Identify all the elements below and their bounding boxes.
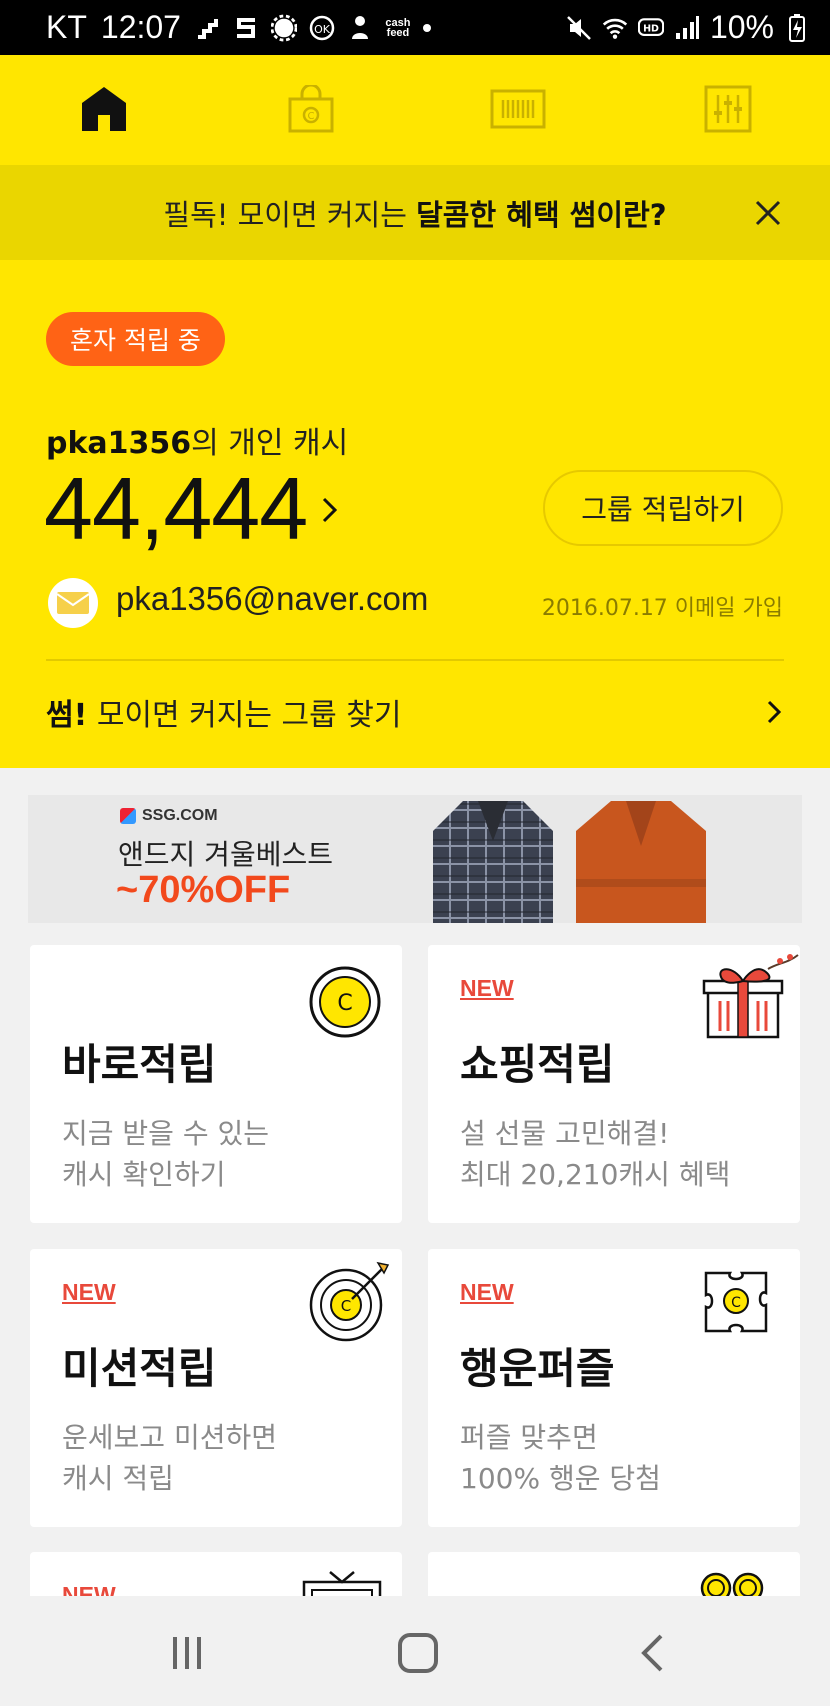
card-desc-line: 운세보고 미션하면 bbox=[62, 1421, 277, 1454]
svg-text:C: C bbox=[337, 991, 352, 1016]
notification-steps-icon bbox=[195, 15, 221, 41]
barcode-icon bbox=[490, 89, 546, 129]
status-bar: KT 12:07 OK cash feed HD 10% bbox=[0, 0, 830, 55]
svg-text:OK: OK bbox=[314, 23, 331, 36]
svg-text:C: C bbox=[341, 1297, 351, 1315]
puzzle-icon: C bbox=[704, 1271, 768, 1333]
find-group-link[interactable]: 썸! 모이면 커지는 그룹 찾기 bbox=[46, 690, 401, 734]
home-button-icon bbox=[398, 1633, 438, 1673]
plaid-coat-image bbox=[433, 801, 553, 923]
clock: 12:07 bbox=[100, 9, 181, 45]
settings-sliders-icon bbox=[704, 85, 752, 133]
svg-text:C: C bbox=[731, 1295, 741, 1311]
gift-box-icon bbox=[702, 954, 799, 1039]
back-icon bbox=[641, 1634, 663, 1672]
card-title: 바로적립 bbox=[62, 1040, 217, 1089]
find-group-bold: 썸! bbox=[46, 698, 88, 733]
notice-bar[interactable]: 필독! 모이면 커지는 달콤한 혜택 썸이란? bbox=[0, 165, 830, 260]
cash-amount[interactable]: 44,444 bbox=[44, 458, 308, 560]
ssg-logo: SSG.COM bbox=[120, 807, 218, 825]
home-icon bbox=[82, 87, 126, 131]
back-button[interactable] bbox=[622, 1628, 682, 1678]
hd-voice-icon: HD bbox=[637, 15, 664, 41]
card-title: 쇼핑적립 bbox=[460, 1040, 615, 1089]
new-badge: NEW bbox=[460, 1279, 514, 1305]
chevron-right-icon[interactable] bbox=[766, 698, 782, 726]
card-desc-line: 최대 20,210캐시 혜택 bbox=[460, 1158, 731, 1191]
signal-icon bbox=[674, 15, 700, 41]
card-description: 운세보고 미션하면캐시 적립 bbox=[62, 1417, 277, 1499]
notice-text: 필독! 모이면 커지는 달콤한 혜택 썸이란? bbox=[163, 192, 666, 234]
ssg-logo-mark bbox=[120, 808, 136, 824]
ssg-logo-text: SSG.COM bbox=[142, 807, 218, 824]
banner-discount: ~70%OFF bbox=[116, 869, 291, 911]
new-badge: NEW bbox=[460, 975, 514, 1001]
coin-icon: C bbox=[309, 966, 381, 1038]
avatar bbox=[48, 578, 98, 628]
target-icon: C bbox=[309, 1261, 390, 1342]
card-desc-line: 지금 받을 수 있는 bbox=[62, 1117, 270, 1150]
wifi-icon bbox=[602, 15, 628, 41]
card-mission-cash[interactable]: NEW 미션적립 운세보고 미션하면캐시 적립 C bbox=[30, 1249, 402, 1527]
mute-icon bbox=[566, 15, 592, 41]
nav-home-tab[interactable] bbox=[76, 81, 132, 137]
notification-s-icon bbox=[233, 15, 259, 41]
close-icon bbox=[755, 200, 781, 226]
battery-charging-icon bbox=[784, 13, 810, 42]
recent-apps-button[interactable] bbox=[157, 1628, 217, 1678]
nav-barcode-tab[interactable] bbox=[488, 81, 548, 137]
card-desc-line: 퍼즐 맞추면 bbox=[460, 1421, 598, 1454]
nav-shopping-tab[interactable]: C bbox=[283, 81, 339, 137]
card-shopping-cash[interactable]: NEW 쇼핑적립 설 선물 고민해결! 최대 20,210캐시 혜택 bbox=[428, 945, 800, 1223]
user-id: pka1356 bbox=[46, 426, 192, 461]
notification-ok-icon: OK bbox=[309, 15, 335, 41]
ad-banner[interactable]: SSG.COM 앤드지 겨울베스트 ~70%OFF bbox=[28, 795, 802, 923]
carrier-label: KT bbox=[46, 9, 87, 45]
chevron-right-icon[interactable] bbox=[320, 495, 340, 525]
shopping-bag-icon: C bbox=[288, 85, 334, 133]
svg-text:HD: HD bbox=[643, 23, 659, 34]
card-lucky-puzzle[interactable]: NEW 행운퍼즐 퍼즐 맞추면 100% 행운 당첨 C bbox=[428, 1249, 800, 1527]
card-description: 지금 받을 수 있는캐시 확인하기 bbox=[62, 1113, 269, 1195]
card-title: 행운퍼즐 bbox=[460, 1344, 615, 1393]
notice-highlight: 달콤한 혜택 썸이란? bbox=[416, 197, 667, 232]
more-notifications-icon bbox=[422, 23, 431, 32]
status-badge: 혼자 적립 중 bbox=[46, 312, 225, 366]
card-desc-line: 설 선물 고민해결! bbox=[460, 1117, 670, 1150]
notification-person-icon bbox=[347, 15, 373, 41]
card-desc-line: 캐시 적립 bbox=[62, 1462, 174, 1495]
find-group-text: 모이면 커지는 그룹 찾기 bbox=[87, 698, 402, 733]
card-desc-line: 100% 행운 당첨 bbox=[460, 1462, 661, 1495]
battery-percent: 10% bbox=[709, 9, 774, 45]
recent-apps-icon bbox=[173, 1637, 201, 1669]
email-label: pka1356@naver.com bbox=[116, 580, 429, 617]
cashfeed-label: cash feed bbox=[385, 16, 411, 39]
card-title: 미션적립 bbox=[62, 1344, 217, 1393]
svg-text:C: C bbox=[308, 111, 315, 122]
home-button[interactable] bbox=[388, 1628, 448, 1678]
cash-title-suffix: 의 개인 캐시 bbox=[191, 426, 349, 461]
cash-title: pka1356의 개인 캐시 bbox=[46, 418, 348, 462]
divider bbox=[46, 659, 784, 661]
card-desc-line: 캐시 확인하기 bbox=[62, 1158, 226, 1191]
top-navigation: C bbox=[0, 55, 830, 165]
notice-close-button[interactable] bbox=[750, 195, 786, 231]
card-description: 설 선물 고민해결! 최대 20,210캐시 혜택 bbox=[460, 1113, 730, 1195]
nav-settings-tab[interactable] bbox=[700, 81, 756, 137]
joined-date: 2016.07.17 이메일 가입 bbox=[541, 596, 783, 621]
system-navigation-bar bbox=[0, 1596, 830, 1706]
notification-gear-icon bbox=[270, 14, 297, 41]
card-description: 퍼즐 맞추면 100% 행운 당첨 bbox=[460, 1417, 661, 1499]
card-instant-cash[interactable]: 바로적립 지금 받을 수 있는캐시 확인하기 C bbox=[30, 945, 402, 1223]
notice-prefix: 필독! 모이면 커지는 bbox=[163, 197, 417, 232]
group-save-button[interactable]: 그룹 적립하기 bbox=[543, 470, 783, 546]
envelope-icon bbox=[56, 592, 90, 614]
orange-coat-image bbox=[576, 801, 706, 923]
cash-profile-section: 혼자 적립 중 pka1356의 개인 캐시 44,444 그룹 적립하기 pk… bbox=[0, 260, 830, 768]
new-badge: NEW bbox=[62, 1279, 116, 1305]
banner-title: 앤드지 겨울베스트 bbox=[118, 838, 333, 871]
